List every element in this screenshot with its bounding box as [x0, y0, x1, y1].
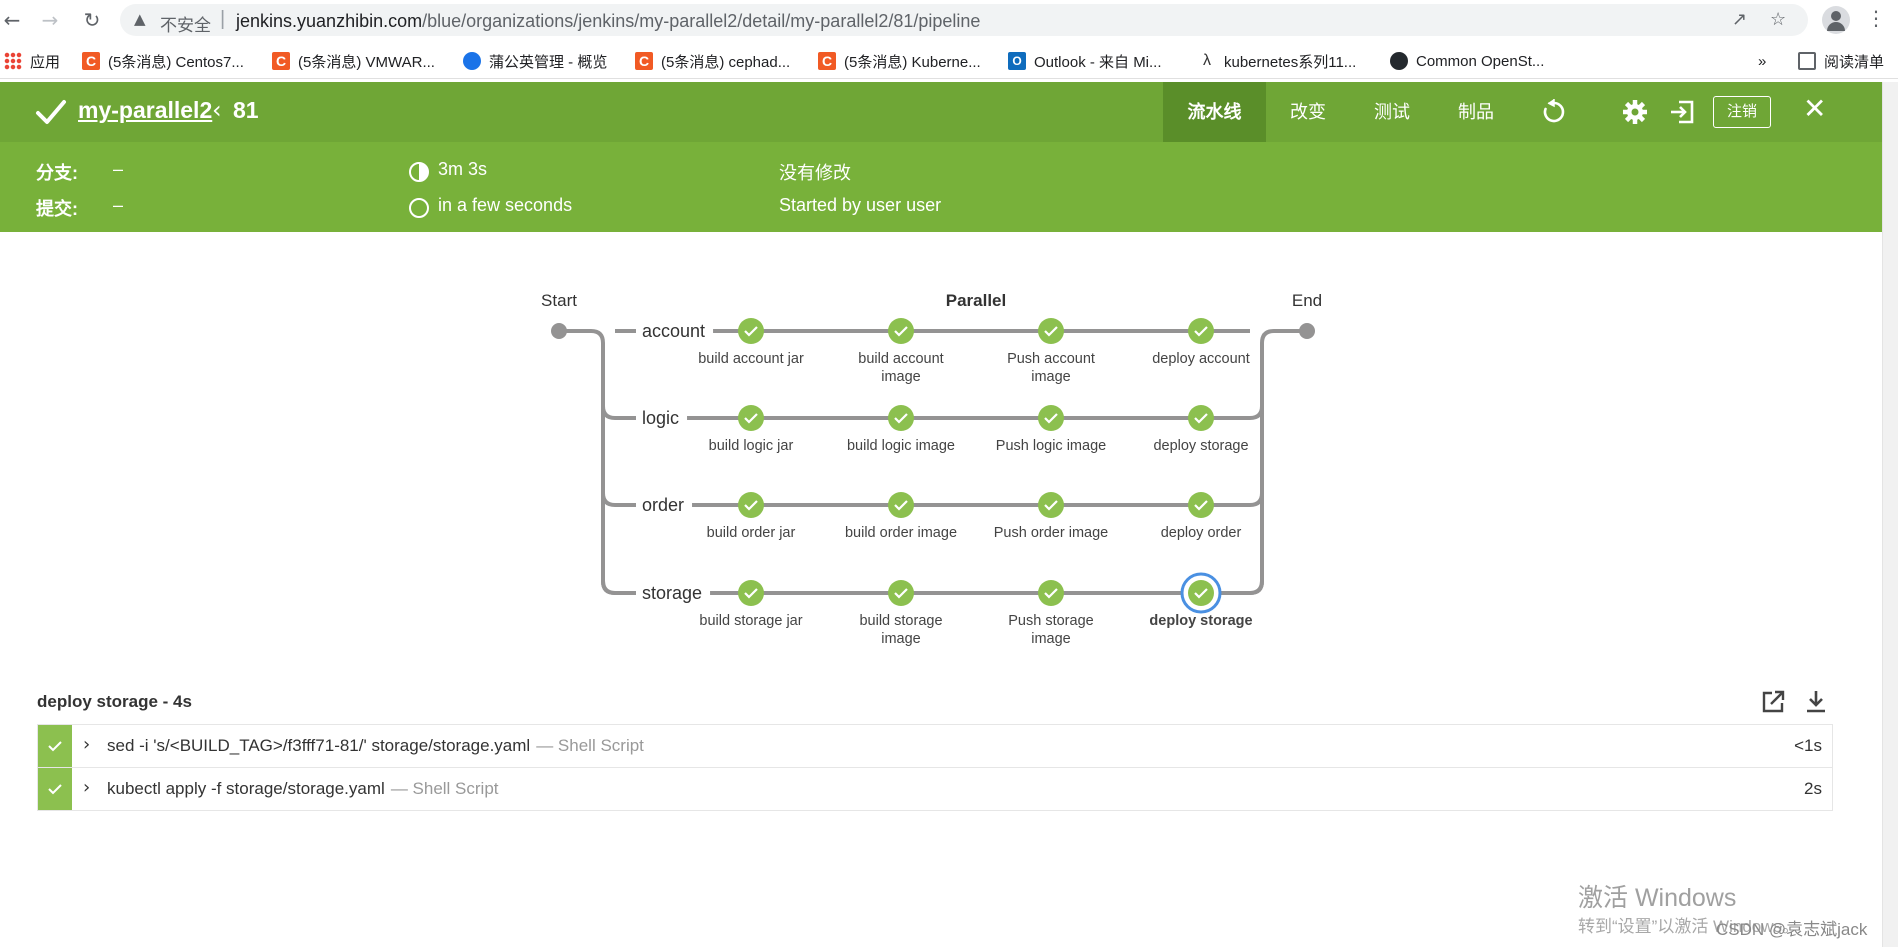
step-success-icon	[38, 768, 72, 810]
step-success-icon	[38, 725, 72, 767]
stage-success-node[interactable]	[888, 492, 914, 518]
stage-success-node[interactable]	[888, 318, 914, 344]
stage-success-node[interactable]	[738, 580, 764, 606]
check-icon	[48, 784, 62, 795]
stage-success-node[interactable]	[1188, 318, 1214, 344]
pipeline-graph: Start End Parallel account build account jar…	[541, 291, 1322, 647]
stage-label[interactable]: build account jar	[698, 351, 804, 367]
stage-success-node[interactable]	[1188, 492, 1214, 518]
branch-join-connector	[1249, 405, 1264, 420]
open-external-icon[interactable]	[1759, 688, 1787, 716]
stage-label[interactable]: deploy storage	[1153, 438, 1248, 454]
log-step-row[interactable]: › kubectl apply -f storage/storage.yaml —…	[37, 767, 1833, 811]
stage-success-node[interactable]	[1038, 405, 1064, 431]
branch-label: logic	[642, 408, 679, 428]
stage-label[interactable]: deploy storage	[1149, 613, 1252, 629]
end-label: End	[1292, 291, 1322, 310]
stage-label[interactable]: Push storage	[1008, 613, 1093, 629]
stage-label[interactable]: build logic jar	[709, 438, 794, 454]
stage-label[interactable]: build order jar	[707, 525, 796, 541]
step-duration: <1s	[1794, 736, 1822, 755]
branch-fork-connector	[601, 405, 616, 420]
step-type: — Shell Script	[536, 736, 644, 755]
step-type: — Shell Script	[390, 779, 499, 798]
activate-windows-title: 激活 Windows	[1578, 884, 1737, 912]
expand-chevron-icon[interactable]: ›	[83, 734, 90, 755]
check-icon	[48, 741, 62, 752]
branch-join-connector	[1249, 492, 1264, 507]
stage-label[interactable]: image	[881, 369, 921, 385]
stage-label[interactable]: build storage jar	[699, 613, 802, 629]
stage-label[interactable]: image	[1031, 631, 1071, 647]
stage-label[interactable]: build account	[858, 351, 943, 367]
stage-label[interactable]: Push account	[1007, 351, 1095, 367]
branch-label: account	[642, 321, 705, 341]
stage-success-node[interactable]	[1038, 580, 1064, 606]
start-node	[551, 323, 567, 339]
log-step-row[interactable]: › sed -i 's/<BUILD_TAG>/f3fff71-81/' sto…	[37, 724, 1833, 768]
step-command-text: kubectl apply -f storage/storage.yaml	[107, 779, 385, 798]
csdn-credit: CSDN @袁志斌jack	[1716, 920, 1868, 939]
parallel-label: Parallel	[946, 291, 1007, 310]
branch-fork-connector	[601, 580, 616, 595]
end-connector	[1249, 329, 1307, 595]
branch-label: storage	[642, 583, 702, 603]
step-command: kubectl apply -f storage/storage.yaml — S…	[107, 779, 499, 799]
stage-label[interactable]: Push order image	[994, 525, 1108, 541]
stage-success-node[interactable]	[888, 405, 914, 431]
stage-label[interactable]: image	[1031, 369, 1071, 385]
branch-fork-connector	[601, 492, 616, 507]
stage-success-node[interactable]	[738, 492, 764, 518]
stage-label[interactable]: deploy account	[1152, 351, 1250, 367]
stage-success-node[interactable]	[738, 405, 764, 431]
stage-label[interactable]: build order image	[845, 525, 957, 541]
expand-chevron-icon[interactable]: ›	[83, 777, 90, 798]
stage-label[interactable]: deploy order	[1161, 525, 1242, 541]
branch-join-connector	[1249, 580, 1264, 595]
start-connector	[559, 329, 616, 595]
step-command: sed -i 's/<BUILD_TAG>/f3fff71-81/' stora…	[107, 736, 644, 756]
step-command-text: sed -i 's/<BUILD_TAG>/f3fff71-81/' stora…	[107, 736, 531, 755]
step-duration: 2s	[1804, 779, 1822, 798]
end-node	[1299, 323, 1315, 339]
stage-label[interactable]: image	[881, 631, 921, 647]
stage-success-node[interactable]	[1038, 492, 1064, 518]
branch-label: order	[642, 495, 684, 515]
download-icon[interactable]	[1802, 688, 1830, 716]
stage-success-node[interactable]	[1188, 580, 1214, 606]
stage-label[interactable]: build logic image	[847, 438, 955, 454]
step-log-title: deploy storage - 4s	[37, 692, 192, 711]
stage-success-node[interactable]	[1188, 405, 1214, 431]
stage-success-node[interactable]	[1038, 318, 1064, 344]
start-label: Start	[541, 291, 577, 310]
stage-success-node[interactable]	[888, 580, 914, 606]
stage-label[interactable]: build storage	[859, 613, 942, 629]
stage-success-node[interactable]	[738, 318, 764, 344]
stage-label[interactable]: Push logic image	[996, 438, 1106, 454]
